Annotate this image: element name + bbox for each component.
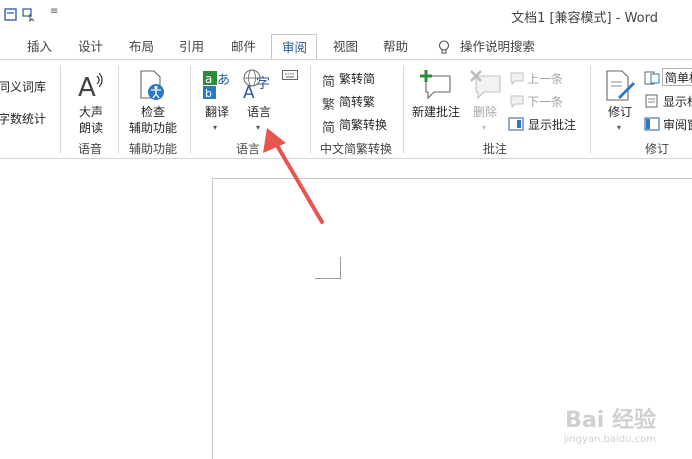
group-separator bbox=[403, 66, 404, 154]
tab-view[interactable]: 视图 bbox=[333, 34, 358, 60]
group-label-accessibility: 辅助功能 bbox=[129, 142, 178, 156]
svg-text:字: 字 bbox=[256, 76, 270, 92]
group-separator bbox=[590, 66, 591, 154]
show-comments-icon bbox=[508, 117, 524, 131]
translate-icon: a あ b bbox=[203, 71, 230, 100]
prev-comment-icon bbox=[510, 72, 524, 85]
group-separator bbox=[60, 66, 61, 154]
reviewing-pane-icon bbox=[644, 117, 660, 131]
margin-corner-mark bbox=[315, 257, 341, 279]
prev-comment-button[interactable]: 上一条 bbox=[527, 72, 563, 86]
track-changes-dropdown-icon[interactable]: ▾ bbox=[617, 123, 621, 132]
group-label-language: 语言 bbox=[236, 142, 261, 156]
next-comment-button[interactable]: 下一条 bbox=[527, 95, 563, 109]
simp-to-trad-button[interactable]: 简转繁 bbox=[339, 95, 375, 109]
read-aloud-label-2[interactable]: 朗读 bbox=[79, 121, 103, 135]
check-accessibility-icon bbox=[140, 70, 164, 100]
svg-text:A: A bbox=[78, 73, 96, 100]
language-label[interactable]: 语言 bbox=[247, 105, 271, 119]
svg-text:a: a bbox=[205, 72, 212, 86]
new-comment-button[interactable]: 新建批注 bbox=[412, 105, 460, 119]
svg-text:あ: あ bbox=[217, 73, 230, 88]
annotation-arrow bbox=[263, 128, 324, 224]
read-aloud-icon: A bbox=[78, 72, 103, 100]
customize-qat-icon[interactable]: ≡ bbox=[50, 6, 58, 17]
watermark-sub: jingyan.baidu.com bbox=[563, 434, 656, 445]
svg-text:b: b bbox=[205, 87, 212, 100]
track-changes-icon bbox=[606, 70, 635, 101]
tab-layout[interactable]: 布局 bbox=[129, 34, 154, 60]
tab-design[interactable]: 设计 bbox=[78, 34, 103, 60]
ribbon-tabs: 插入 设计 布局 引用 邮件 审阅 视图 帮助 操作说明搜索 bbox=[0, 34, 692, 60]
tell-me-search[interactable]: 操作说明搜索 bbox=[460, 34, 535, 60]
touch-mode-icon[interactable] bbox=[22, 8, 36, 22]
word-count-button[interactable]: 字数统计 bbox=[0, 112, 46, 126]
keyboard-icon[interactable] bbox=[282, 70, 298, 80]
review-ribbon: 同义词库 字数统计 A 大声 朗读 语音 检查 辅助功能 辅助功能 a あ b … bbox=[0, 59, 692, 159]
display-for-review-icon bbox=[644, 71, 660, 85]
translate-dropdown-icon[interactable]: ▾ bbox=[213, 123, 217, 132]
language-icon: A 字 bbox=[243, 69, 270, 100]
show-markup-button[interactable]: 显示标 bbox=[663, 95, 692, 109]
svg-text:A: A bbox=[243, 83, 255, 100]
trad-to-simp-icon: 简 bbox=[322, 75, 336, 90]
new-comment-icon bbox=[420, 70, 451, 100]
show-comments-button[interactable]: 显示批注 bbox=[528, 118, 576, 132]
undo-icon[interactable] bbox=[4, 8, 18, 22]
chinese-convert-button[interactable]: 简繁转换 bbox=[339, 118, 387, 132]
lightbulb-icon bbox=[438, 40, 450, 54]
track-changes-button[interactable]: 修订 bbox=[608, 105, 632, 119]
tab-mailings[interactable]: 邮件 bbox=[231, 34, 256, 60]
check-accessibility-label-1[interactable]: 检查 bbox=[141, 105, 165, 119]
thesaurus-button[interactable]: 同义词库 bbox=[0, 80, 46, 94]
simp-to-trad-icon: 繁 bbox=[322, 98, 336, 113]
group-label-tracking: 修订 bbox=[645, 142, 670, 156]
tab-help[interactable]: 帮助 bbox=[383, 34, 408, 60]
group-label-speech: 语音 bbox=[78, 142, 103, 156]
trad-to-simp-button[interactable]: 繁转简 bbox=[339, 72, 375, 86]
check-accessibility-label-2[interactable]: 辅助功能 bbox=[129, 121, 177, 135]
baidu-watermark: Bai 经验 jingyan.baidu.com bbox=[564, 402, 656, 445]
read-aloud-label-1[interactable]: 大声 bbox=[79, 105, 103, 119]
translate-label[interactable]: 翻译 bbox=[205, 105, 229, 119]
display-for-review-value: 简单标 bbox=[665, 71, 692, 85]
delete-comment-icon bbox=[470, 70, 501, 100]
show-markup-icon bbox=[645, 94, 658, 108]
tab-references[interactable]: 引用 bbox=[179, 34, 204, 60]
display-for-review-dropdown[interactable]: 简单标 bbox=[662, 68, 692, 86]
group-label-chinese: 中文简繁转换 bbox=[320, 142, 393, 156]
group-label-comments: 批注 bbox=[483, 142, 508, 156]
delete-dropdown-icon[interactable]: ▾ bbox=[482, 123, 486, 132]
next-comment-icon bbox=[510, 95, 524, 108]
group-separator bbox=[190, 66, 191, 154]
title-bar: ≡ 文档1 [兼容模式] - Word bbox=[0, 0, 692, 30]
window-title: 文档1 [兼容模式] - Word bbox=[511, 11, 658, 26]
group-separator bbox=[118, 66, 119, 154]
watermark-main: Bai 经验 bbox=[565, 408, 656, 433]
tab-review[interactable]: 审阅 bbox=[271, 34, 317, 60]
reviewing-pane-button[interactable]: 审阅窗 bbox=[663, 118, 692, 132]
delete-comment-button[interactable]: 删除 bbox=[473, 105, 497, 119]
tab-insert[interactable]: 插入 bbox=[27, 34, 52, 60]
